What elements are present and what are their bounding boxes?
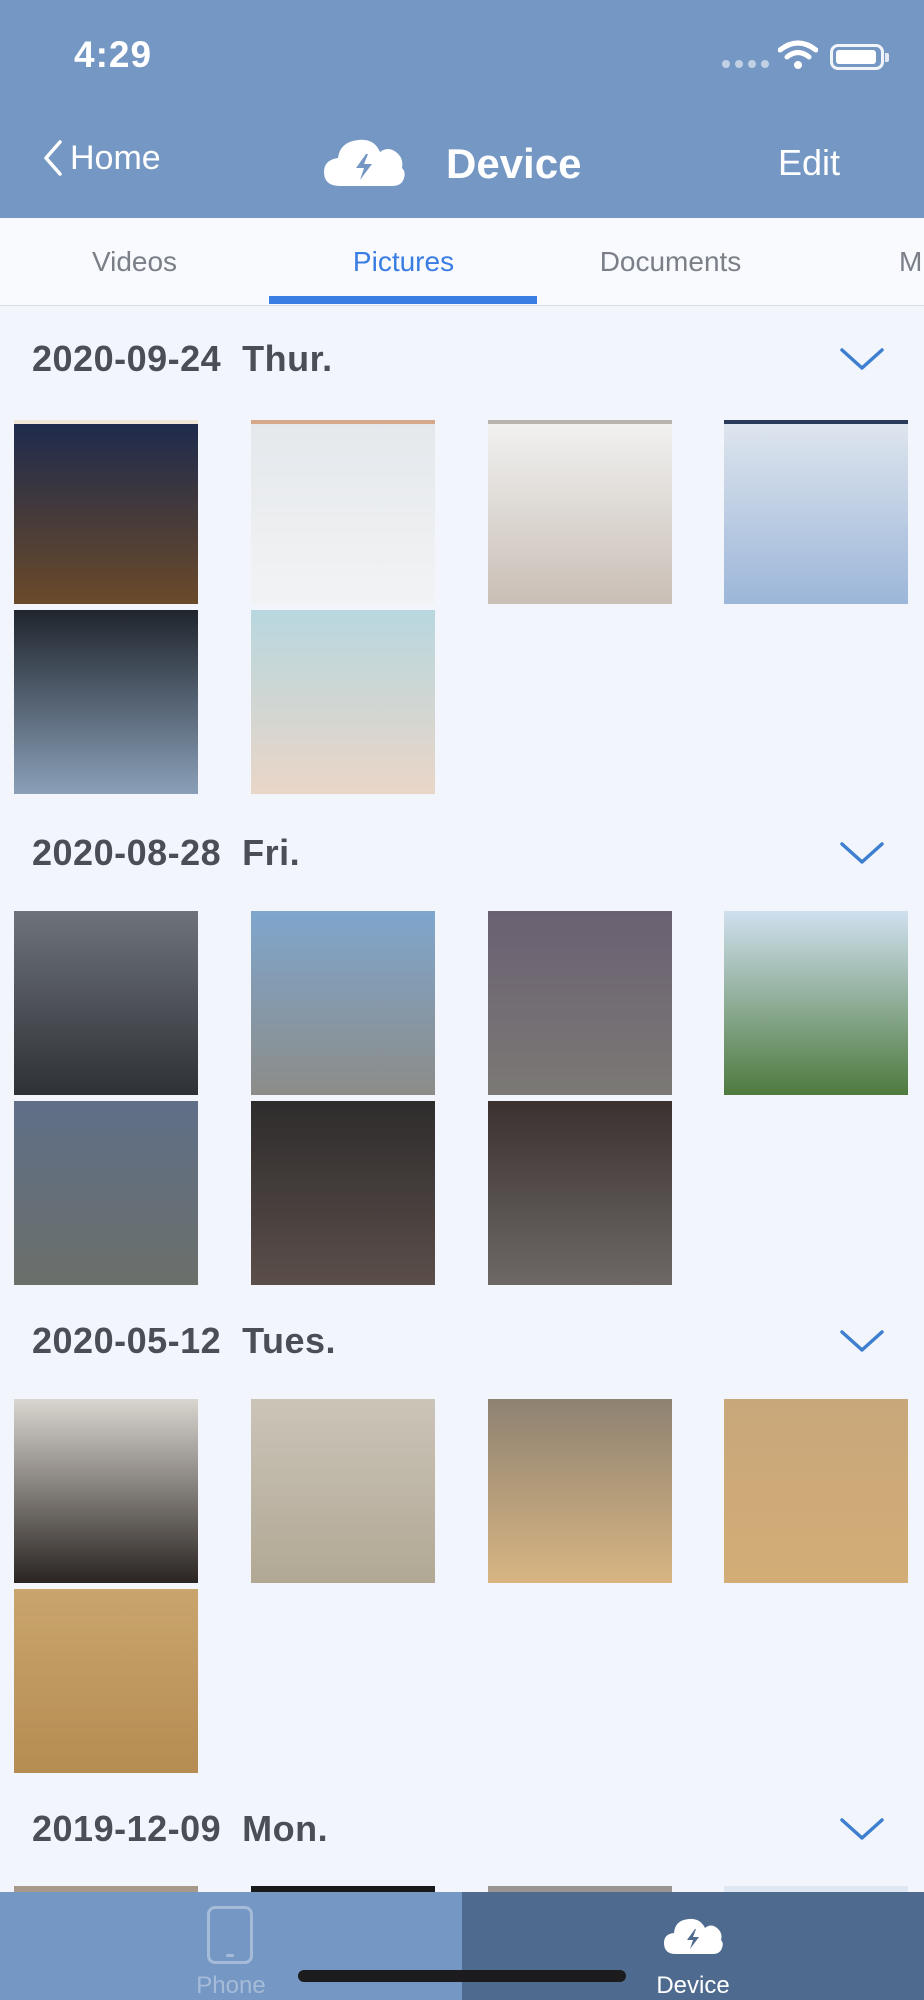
date-section-header[interactable]: 2020-05-12 Tues. [0, 1290, 924, 1390]
tab-more[interactable]: M [805, 218, 924, 305]
phone-icon [207, 1906, 253, 1964]
navigation-header: 4:29 Home Device Edit [0, 0, 924, 218]
back-button[interactable]: Home [42, 138, 161, 178]
device-pictures-screen: 4:29 Home Device Edit Videos Pictures Do… [0, 0, 924, 2000]
photo-thumbnail[interactable] [14, 1399, 198, 1583]
tab-videos[interactable]: Videos [0, 218, 269, 305]
photo-thumbnail[interactable] [724, 420, 908, 604]
photo-thumbnail[interactable] [14, 420, 198, 604]
photo-edge [488, 420, 672, 424]
photo-thumbnail[interactable] [724, 1399, 908, 1583]
photo-thumbnail[interactable] [488, 1399, 672, 1583]
date-section-header[interactable]: 2019-12-09 Mon. [0, 1778, 924, 1878]
photo-thumbnail[interactable] [14, 1589, 198, 1773]
page-title: Device [446, 140, 582, 187]
photo-thumbnail[interactable] [724, 911, 908, 1095]
photo-thumbnail[interactable] [251, 420, 435, 604]
chevron-down-icon[interactable] [838, 344, 886, 374]
bottom-tab-phone[interactable]: Phone [0, 1892, 462, 2000]
photo-thumbnail[interactable] [251, 911, 435, 1095]
date-section-header[interactable]: 2020-08-28 Fri. [0, 802, 924, 902]
photo-thumbnail[interactable] [14, 610, 198, 794]
edit-button[interactable]: Edit [778, 142, 840, 184]
status-time: 4:29 [74, 34, 153, 75]
home-indicator [298, 1970, 626, 1982]
chevron-down-icon[interactable] [838, 1814, 886, 1844]
photo-thumbnail[interactable] [14, 1101, 198, 1285]
battery-icon [830, 44, 889, 70]
section-date: 2019-12-09 Mon. [32, 1808, 329, 1849]
photo-thumbnail[interactable] [251, 610, 435, 794]
photo-thumbnail[interactable] [488, 1101, 672, 1285]
section-date: 2020-09-24 Thur. [32, 338, 333, 379]
tab-pictures[interactable]: Pictures [269, 218, 538, 305]
photo-thumbnail[interactable] [251, 1101, 435, 1285]
photo-thumbnail[interactable] [488, 420, 672, 604]
wifi-icon [778, 40, 818, 69]
photo-thumbnail[interactable] [488, 911, 672, 1095]
section-date: 2020-05-12 Tues. [32, 1320, 337, 1361]
active-tab-indicator [269, 296, 537, 304]
bottom-tab-bar: Phone Device [0, 1892, 924, 2000]
photo-edge [14, 420, 198, 424]
chevron-left-icon [44, 140, 62, 176]
chevron-down-icon[interactable] [838, 1326, 886, 1356]
photo-edge [251, 420, 435, 424]
date-section-header[interactable]: 2020-09-24 Thur. [0, 308, 924, 408]
tab-documents[interactable]: Documents [536, 218, 805, 305]
category-tabs: Videos Pictures Documents M [0, 218, 924, 306]
section-date: 2020-08-28 Fri. [32, 832, 301, 873]
photo-edge [724, 420, 908, 424]
cloud-lightning-icon [324, 139, 405, 186]
photo-thumbnail[interactable] [251, 1399, 435, 1583]
cloud-lightning-icon [664, 1918, 723, 1954]
photo-thumbnail[interactable] [14, 911, 198, 1095]
bottom-tab-device[interactable]: Device [462, 1892, 924, 2000]
back-label: Home [70, 138, 161, 177]
cellular-signal-icon [722, 60, 769, 68]
chevron-down-icon[interactable] [838, 838, 886, 868]
